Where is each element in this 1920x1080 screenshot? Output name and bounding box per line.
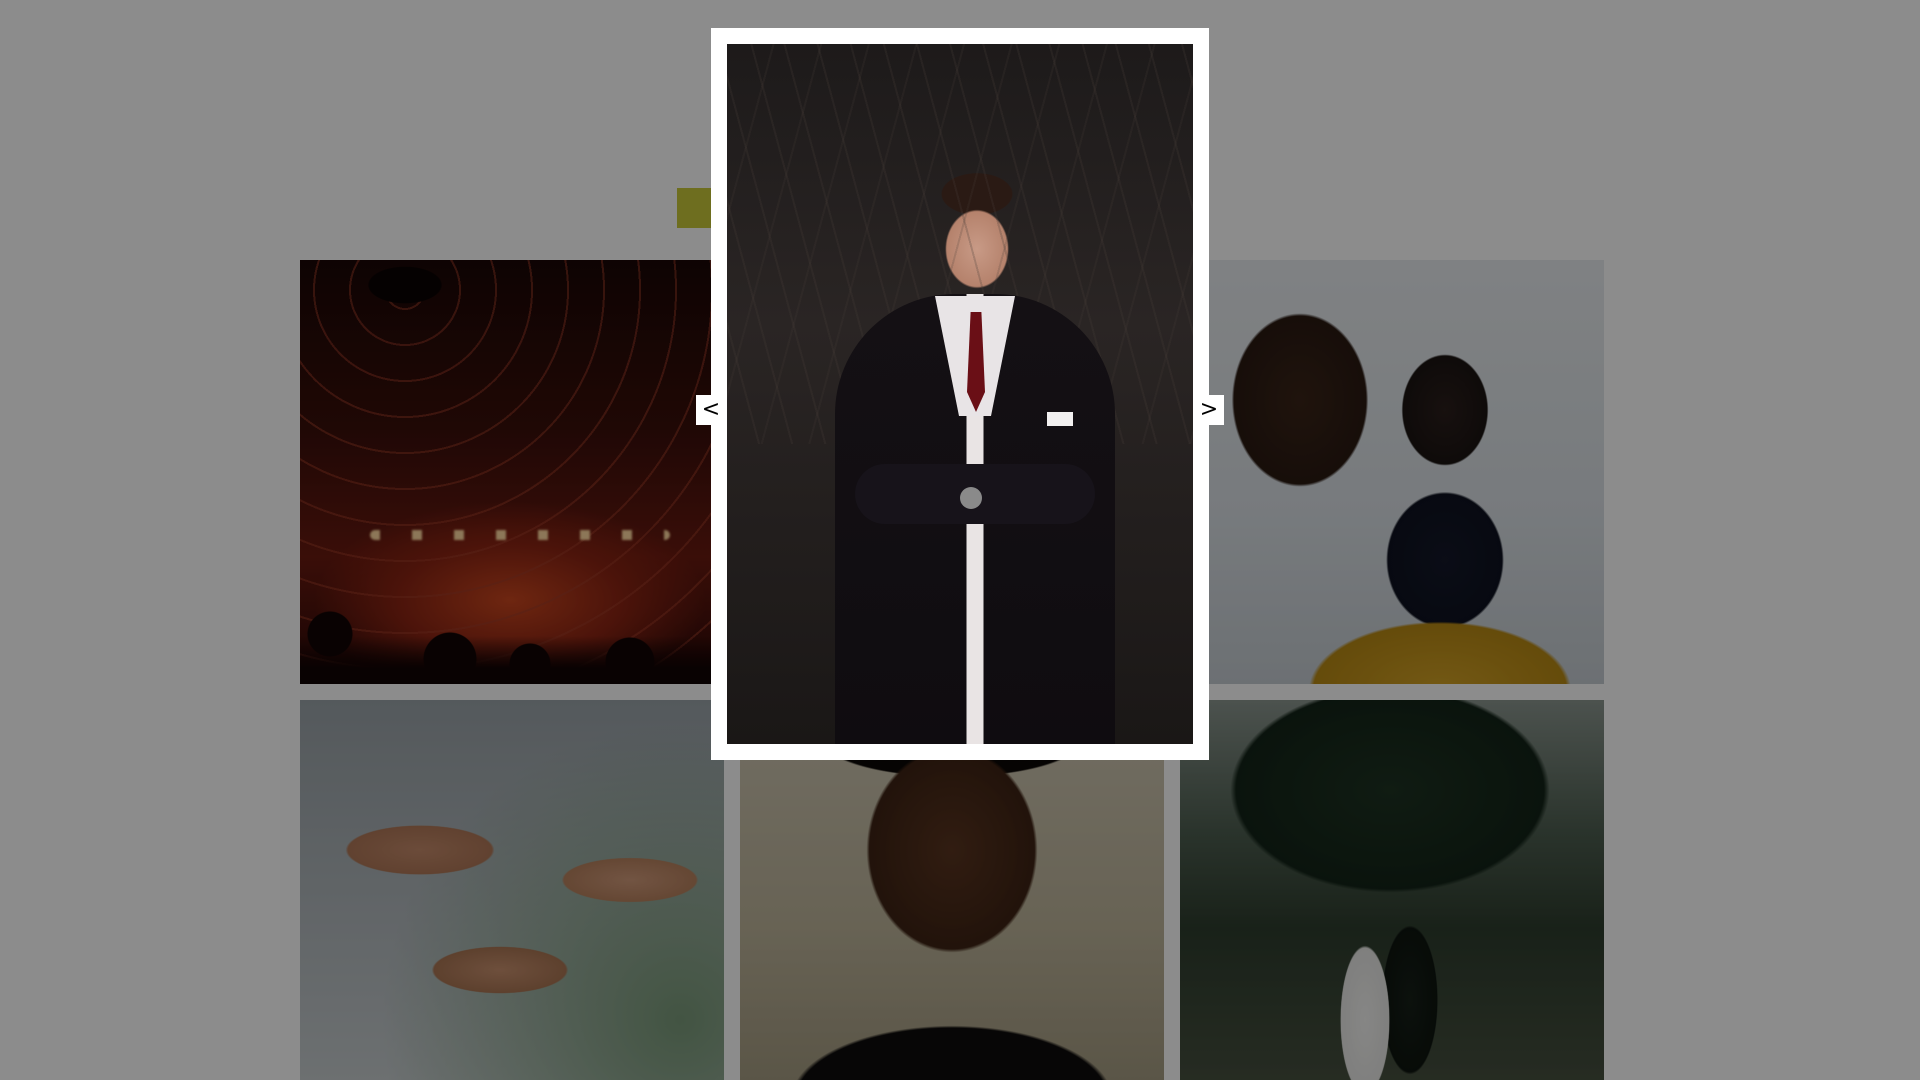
pocket-square — [1047, 412, 1073, 426]
lightbox-prev-button[interactable]: < — [696, 395, 726, 425]
lightbox-image-man-in-suit — [727, 44, 1193, 744]
lightbox-next-button[interactable]: > — [1194, 395, 1224, 425]
wristwatch — [960, 487, 982, 509]
gallery-page: To < > — [0, 0, 1920, 1080]
lightbox-modal — [711, 28, 1209, 760]
